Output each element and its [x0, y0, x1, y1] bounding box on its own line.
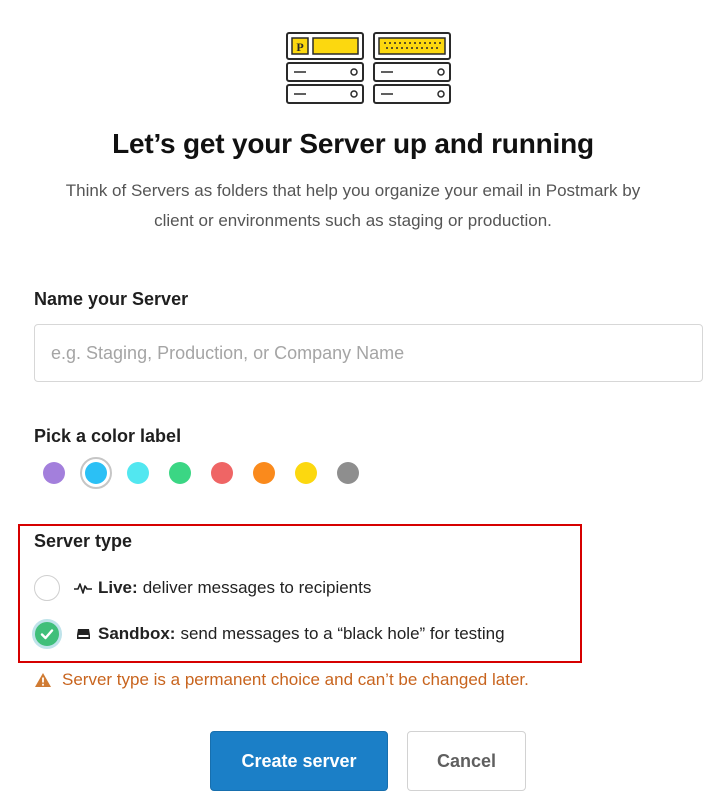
color-swatch-cyan[interactable] [122, 457, 154, 489]
server-type-option-sandbox[interactable]: Sandbox: send messages to a “black hole”… [32, 619, 505, 649]
swatch-dot [337, 462, 359, 484]
swatch-dot [43, 462, 65, 484]
server-name-label: Name your Server [34, 289, 189, 309]
server-name-input[interactable] [34, 324, 703, 382]
color-label-heading: Pick a color label [34, 426, 182, 446]
live-radio[interactable] [34, 575, 60, 601]
check-icon [40, 629, 54, 640]
swatch-dot [295, 462, 317, 484]
color-swatch-purple[interactable] [38, 457, 70, 489]
swatch-dot [211, 462, 233, 484]
warning-text: Server type is a permanent choice and ca… [62, 670, 529, 689]
sandbox-option-title: Sandbox: [98, 624, 176, 643]
live-option-title: Live: [98, 578, 138, 597]
create-server-button[interactable]: Create server [210, 731, 388, 791]
swatch-dot [85, 462, 107, 484]
server-type-option-live[interactable]: Live: deliver messages to recipients [34, 574, 371, 602]
color-swatch-red[interactable] [206, 457, 238, 489]
swatch-dot [127, 462, 149, 484]
color-swatch-list [38, 457, 374, 489]
page-title: Let’s get your Server up and running [112, 128, 594, 159]
server-type-label: Server type [34, 531, 133, 551]
warning-triangle-icon [34, 672, 52, 688]
color-swatch-orange[interactable] [248, 457, 280, 489]
sandbox-radio[interactable] [32, 619, 62, 649]
servers-illustration-icon: P [286, 32, 451, 104]
color-swatch-green[interactable] [164, 457, 196, 489]
swatch-dot [253, 462, 275, 484]
create-server-page: P Let’s get your Server up and running T… [0, 0, 706, 804]
page-subtitle: Think of Servers as folders that help yo… [65, 181, 641, 230]
sandbox-option-description: send messages to a “black hole” for test… [180, 624, 505, 643]
cancel-button[interactable]: Cancel [407, 731, 526, 791]
color-swatch-yellow[interactable] [290, 457, 322, 489]
color-swatch-gray[interactable] [332, 457, 364, 489]
color-swatch-blue[interactable] [80, 457, 112, 489]
live-option-description: deliver messages to recipients [142, 578, 372, 597]
activity-pulse-icon [74, 579, 92, 597]
illustration-badge-letter: P [296, 40, 303, 54]
swatch-dot [169, 462, 191, 484]
inbox-tray-icon [74, 625, 92, 643]
server-type-warning: Server type is a permanent choice and ca… [34, 668, 529, 692]
